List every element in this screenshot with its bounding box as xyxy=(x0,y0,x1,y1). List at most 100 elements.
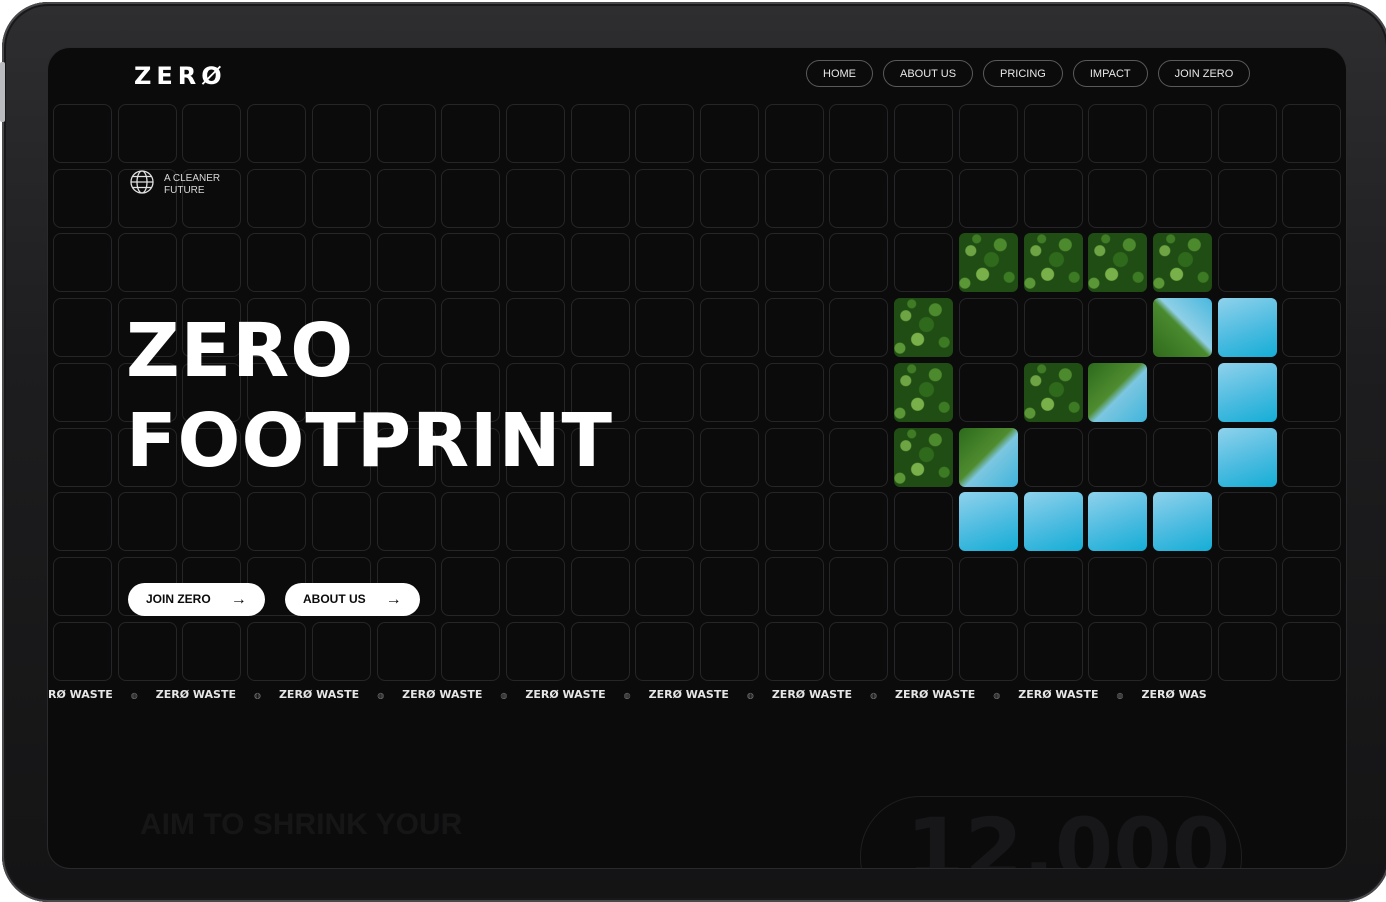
grid-cell xyxy=(635,556,695,616)
grid-cell xyxy=(570,621,630,681)
water-photo-tile xyxy=(1217,362,1277,422)
about-us-button-label: ABOUT US xyxy=(303,592,366,606)
ticker-item: ZERØ WASTE xyxy=(648,688,729,701)
forest-photo-tile xyxy=(894,362,954,422)
forest-photo-tile xyxy=(958,233,1018,293)
globe-icon: ◍ xyxy=(377,691,385,700)
forest-photo-tile xyxy=(894,298,954,358)
headline-line-2: FOOTPRINT xyxy=(126,398,614,484)
nav-impact[interactable]: IMPACT xyxy=(1072,60,1148,87)
grid-cell xyxy=(53,427,112,487)
grid-cell xyxy=(247,621,307,681)
grid-cell xyxy=(117,492,177,552)
grid-cell xyxy=(958,104,1018,163)
ticker-item: ZERØ WASTE xyxy=(278,688,360,701)
water-photo-tile xyxy=(958,492,1018,552)
grid-cell xyxy=(376,233,436,293)
grid-cell xyxy=(1217,104,1277,163)
grid-cell xyxy=(441,168,501,228)
grid-cell xyxy=(570,556,630,616)
nav-about-us[interactable]: ABOUT US xyxy=(883,60,974,87)
grid-cell xyxy=(1282,556,1342,616)
grid-cell xyxy=(311,233,371,293)
grid-cell xyxy=(182,621,242,681)
grid-cell xyxy=(829,362,889,422)
grid-cell xyxy=(117,233,177,293)
forest-photo-tile xyxy=(1152,233,1212,293)
grid-cell xyxy=(247,168,307,228)
nav-join-zero[interactable]: JOIN ZERO xyxy=(1157,60,1251,87)
grid-cell xyxy=(1217,168,1277,228)
grid-cell xyxy=(505,104,565,163)
forest-photo-tile xyxy=(1088,233,1148,293)
globe-icon: ◍ xyxy=(130,691,138,700)
grid-cell xyxy=(182,492,242,552)
grid-cell xyxy=(894,168,954,228)
grid-cell xyxy=(505,492,565,552)
grid-cell xyxy=(1282,298,1342,358)
grid-cell xyxy=(570,168,630,228)
grid-cell xyxy=(1152,362,1212,422)
grid-cell xyxy=(570,233,630,293)
join-zero-button-label: JOIN ZERO xyxy=(146,592,211,606)
grid-cell xyxy=(1023,104,1083,163)
grid-cell xyxy=(1152,427,1212,487)
grid-cell xyxy=(829,621,889,681)
grid-cell xyxy=(764,556,824,616)
hero-headline: ZERO FOOTPRINT xyxy=(126,306,613,486)
join-zero-button[interactable]: JOIN ZERO → xyxy=(128,583,265,616)
globe-icon: ◍ xyxy=(623,691,631,700)
grid-cell xyxy=(635,298,695,358)
grid-cell xyxy=(376,168,436,228)
grid-cell xyxy=(1282,362,1342,422)
nav-home[interactable]: HOME xyxy=(806,60,873,87)
grid-cell xyxy=(1282,168,1342,228)
shoreline-photo-tile xyxy=(1088,362,1148,422)
grid-cell xyxy=(505,556,565,616)
ticker-item: ZERØ WASTE xyxy=(895,688,976,701)
grid-cell xyxy=(441,621,501,681)
grid-cell xyxy=(311,168,371,228)
grid-cell xyxy=(894,233,954,293)
grid-cell xyxy=(829,427,889,487)
grid-cell xyxy=(1282,621,1342,681)
hero-tagline: A CLEANER FUTURE xyxy=(128,168,234,201)
grid-cell xyxy=(247,233,307,293)
grid-cell xyxy=(53,298,112,358)
forest-photo-tile xyxy=(894,427,954,487)
nav-pricing[interactable]: PRICING xyxy=(983,60,1063,87)
grid-cell xyxy=(505,233,565,293)
about-us-button[interactable]: ABOUT US → xyxy=(285,583,420,616)
grid-cell xyxy=(764,362,824,422)
grid-cell xyxy=(1152,621,1212,681)
grid-cell xyxy=(311,621,371,681)
grid-cell xyxy=(958,556,1018,616)
grid-cell xyxy=(117,621,177,681)
grid-cell xyxy=(958,298,1018,358)
tablet-side-button xyxy=(0,62,5,122)
forest-photo-tile xyxy=(1023,233,1083,293)
grid-cell xyxy=(117,104,177,163)
grid-cell xyxy=(570,104,630,163)
grid-cell xyxy=(894,621,954,681)
forest-photo-tile xyxy=(1023,362,1083,422)
grid-cell xyxy=(700,233,759,293)
grid-cell xyxy=(1282,492,1342,552)
grid-cell xyxy=(570,492,630,552)
zero-waste-ticker: RØ WASTE ◍ ZERØ WASTE ◍ ZERØ WASTE ◍ ZERØ WAST… xyxy=(48,688,1346,702)
arrow-right-icon: → xyxy=(385,591,402,608)
grid-cell xyxy=(376,104,436,163)
grid-cell xyxy=(182,233,242,293)
grid-cell xyxy=(1023,168,1083,228)
grid-cell xyxy=(764,233,824,293)
globe-icon: ◍ xyxy=(746,691,754,700)
grid-cell xyxy=(829,168,889,228)
brand-logo[interactable]: ZERØ xyxy=(134,62,227,90)
grid-cell xyxy=(635,492,695,552)
grid-cell xyxy=(635,427,695,487)
grid-cell xyxy=(1088,621,1148,681)
shoreline-photo-tile xyxy=(958,427,1018,487)
grid-cell xyxy=(1023,427,1083,487)
water-photo-tile xyxy=(1023,492,1083,552)
grid-cell xyxy=(311,492,371,552)
